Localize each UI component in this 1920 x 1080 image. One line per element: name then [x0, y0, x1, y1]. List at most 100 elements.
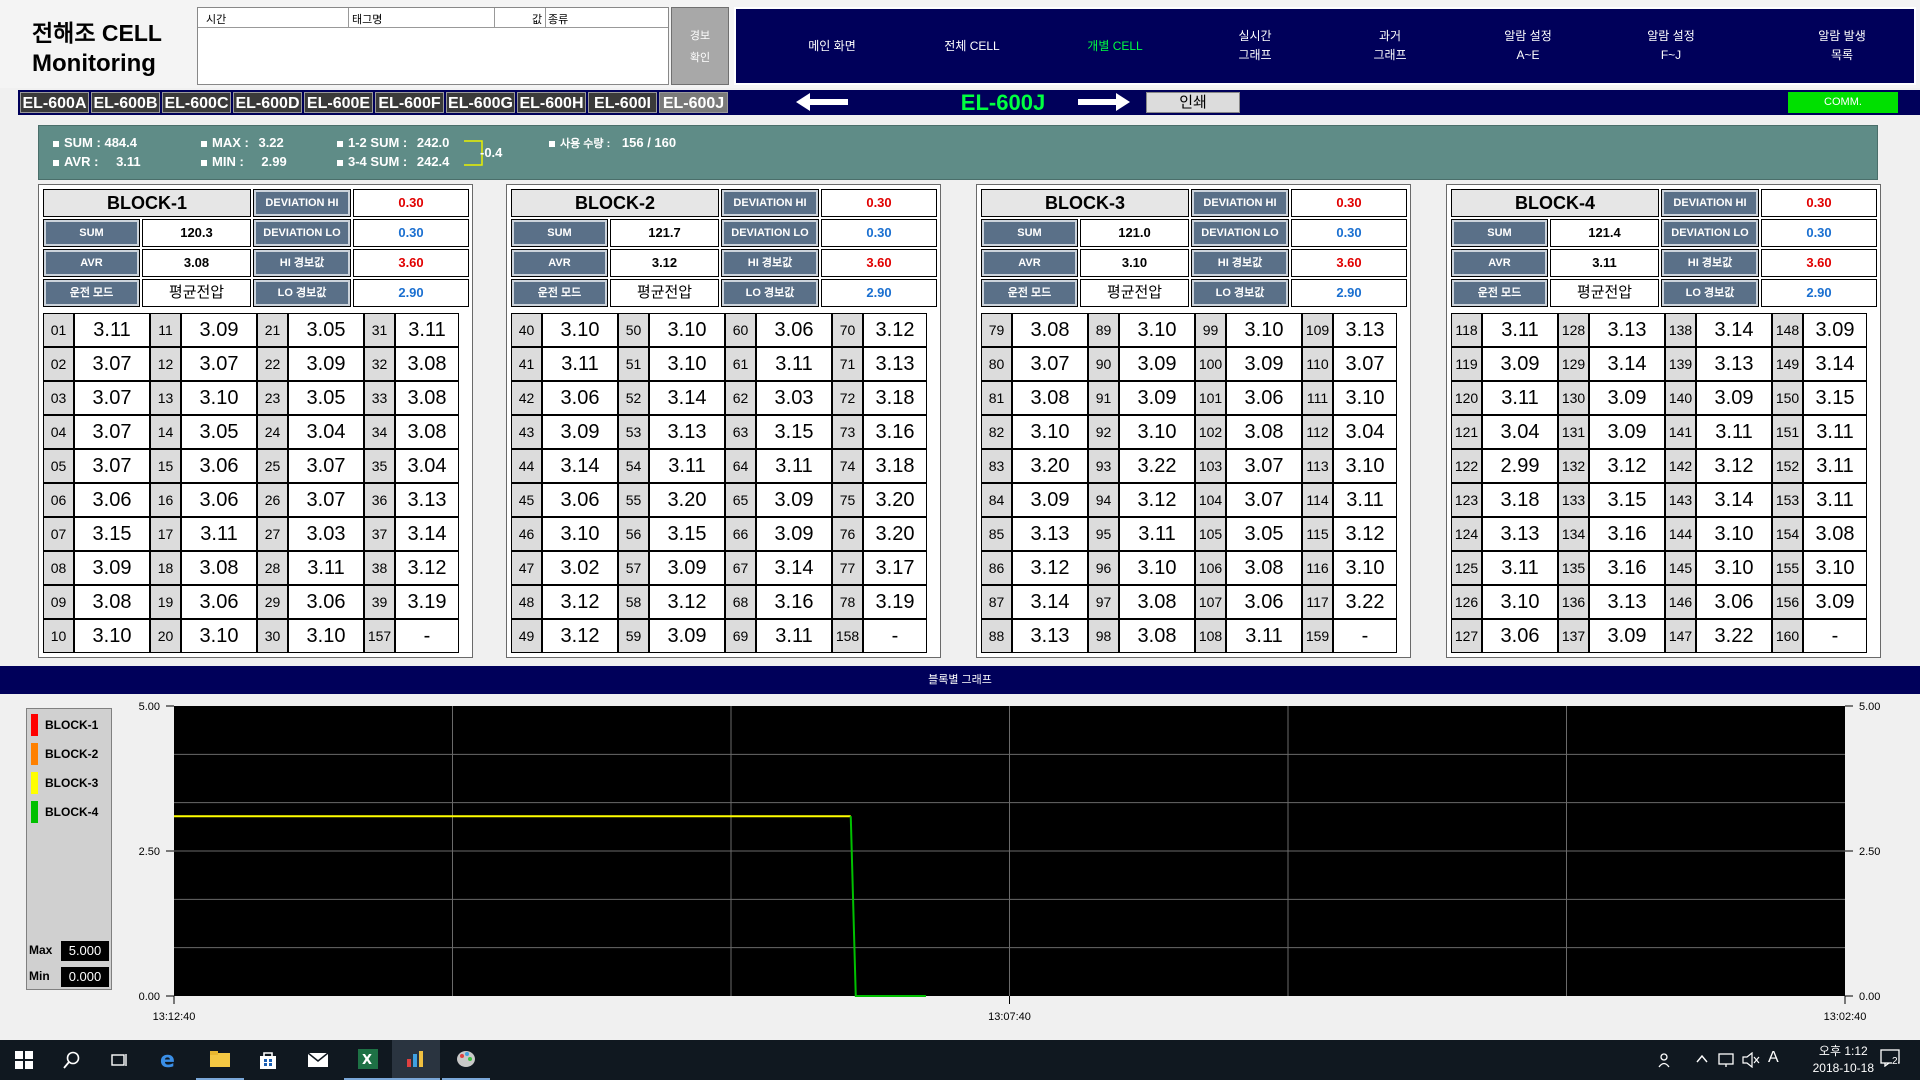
cell-number: 72 [832, 381, 863, 415]
excel-button[interactable]: X [344, 1040, 392, 1080]
tab-el-600b[interactable]: EL-600B [91, 92, 160, 113]
cell-number: 104 [1195, 483, 1226, 517]
cell-voltage: 3.07 [1226, 483, 1302, 517]
tab-el-600j[interactable]: EL-600J [659, 92, 728, 113]
cell-voltage: 3.12 [1012, 551, 1088, 585]
people-icon[interactable] [1658, 1052, 1674, 1068]
bullet-icon [337, 159, 343, 166]
cell-number: 130 [1558, 381, 1589, 415]
mode-value[interactable]: 평균전압 [142, 279, 251, 307]
cell-voltage: 3.04 [1482, 415, 1558, 449]
cell-voltage: 3.08 [395, 347, 459, 381]
cell-voltage: 3.09 [756, 517, 832, 551]
tab-el-600i[interactable]: EL-600I [588, 92, 657, 113]
menu-item-4[interactable]: 실시간 그래프 [1196, 9, 1314, 83]
cell-voltage: 3.13 [1482, 517, 1558, 551]
sum-label: SUM [981, 219, 1078, 247]
cell-voltage: 3.09 [288, 347, 364, 381]
lo-alarm-value: 2.90 [1761, 279, 1877, 307]
tab-el-600h[interactable]: EL-600H [517, 92, 586, 113]
notification-button[interactable]: 2 [1880, 1049, 1902, 1071]
mail-button[interactable] [294, 1040, 342, 1080]
menu-item-7[interactable]: 알람 설정 F~J [1608, 9, 1734, 83]
next-arrow-icon[interactable] [1078, 93, 1130, 111]
taskbar-clock[interactable]: 오후 1:12 2018-10-18 [1813, 1043, 1874, 1077]
cell-voltage: 3.12 [542, 585, 618, 619]
cell-voltage: 3.06 [181, 449, 257, 483]
legend-item-4[interactable]: BLOCK-4 [31, 800, 109, 824]
cell-number: 149 [1772, 347, 1803, 381]
network-icon[interactable] [1718, 1052, 1736, 1068]
hmi-app-button[interactable] [392, 1040, 440, 1080]
search-button[interactable] [48, 1040, 96, 1080]
cell-number: 71 [832, 347, 863, 381]
summary-sum34-label: 3-4 SUM : [348, 154, 408, 169]
cell-number: 114 [1302, 483, 1333, 517]
block-avr-value: 3.10 [1080, 249, 1189, 277]
avr-label: AVR [511, 249, 608, 277]
deviation-hi-label: DEVIATION HI [1661, 189, 1759, 217]
store-button[interactable] [244, 1040, 292, 1080]
menu-item-1[interactable]: 메인 화면 [772, 9, 892, 83]
legend-swatch [31, 743, 38, 765]
legend-item-1[interactable]: BLOCK-1 [31, 713, 109, 737]
cell-number: 27 [257, 517, 288, 551]
cell-voltage: 3.11 [1696, 415, 1772, 449]
tab-el-600c[interactable]: EL-600C [162, 92, 231, 113]
tab-el-600a[interactable]: EL-600A [20, 92, 89, 113]
block-info: BLOCK-2 DEVIATION HI 0.30 SUM 121.7 DEVIATION… [511, 189, 937, 311]
cell-number: 73 [832, 415, 863, 449]
task-view-button[interactable] [96, 1040, 144, 1080]
alarm-table[interactable]: 시간 태그명 값 종류 [197, 7, 669, 85]
cell-number: 76 [832, 517, 863, 551]
cell-number: 15 [150, 449, 181, 483]
block-chart: 5.00 5.00 2.50 2.50 0.00 0.00 13:12:40 13:07:40… [139, 701, 1881, 1023]
cell-voltage: 3.11 [756, 619, 832, 653]
lo-alarm-label: LO 경보값 [1191, 279, 1289, 307]
cell-voltage: 3.06 [1226, 585, 1302, 619]
ime-indicator[interactable]: A [1768, 1049, 1779, 1067]
summary-max-value: 3.22 [258, 135, 284, 150]
tab-el-600f[interactable]: EL-600F [375, 92, 444, 113]
cell-number: 128 [1558, 313, 1589, 347]
legend-item-2[interactable]: BLOCK-2 [31, 742, 109, 766]
cell-grid: 40 3.10 41 3.11 42 3.06 43 3.09 44 3.14 45 3.06 46 3.… [511, 313, 937, 655]
tab-el-600d[interactable]: EL-600D [233, 92, 302, 113]
menu-item-6[interactable]: 알람 설정 A~E [1466, 9, 1590, 83]
menu-item-8[interactable]: 알람 발생 목록 [1752, 9, 1920, 83]
print-button[interactable]: 인쇄 [1146, 92, 1240, 113]
cell-number: 41 [511, 347, 542, 381]
paint-app-button[interactable] [442, 1040, 490, 1080]
mode-value[interactable]: 평균전압 [1080, 279, 1189, 307]
chevron-up-icon[interactable] [1696, 1054, 1708, 1064]
cell-voltage: 3.10 [1012, 415, 1088, 449]
menu-item-5[interactable]: 과거 그래프 [1332, 9, 1448, 83]
tab-el-600g[interactable]: EL-600G [446, 92, 515, 113]
cell-voltage: 3.09 [1803, 313, 1867, 347]
cell-number: 67 [725, 551, 756, 585]
edge-button[interactable]: e [144, 1040, 192, 1080]
cell-number: 18 [150, 551, 181, 585]
tab-el-600e[interactable]: EL-600E [304, 92, 373, 113]
min-label: Min [29, 969, 50, 983]
menu-item-2[interactable]: 전체 CELL [910, 9, 1034, 83]
prev-arrow-icon[interactable] [796, 93, 848, 111]
menu-item-3[interactable]: 개별 CELL [1052, 9, 1178, 83]
cell-voltage: 3.06 [74, 483, 150, 517]
start-button[interactable] [0, 1040, 48, 1080]
mode-value[interactable]: 평균전압 [1550, 279, 1659, 307]
cell-voltage: 3.10 [1803, 551, 1867, 585]
cell-voltage: 3.07 [74, 381, 150, 415]
cell-voltage: 3.11 [395, 313, 459, 347]
volume-muted-icon[interactable] [1742, 1052, 1760, 1068]
alarm-ack-button[interactable]: 경보 확인 [671, 7, 729, 85]
excel-icon: X [358, 1049, 378, 1069]
legend-item-3[interactable]: BLOCK-3 [31, 771, 109, 795]
cell-number: 06 [43, 483, 74, 517]
cell-voltage: 3.05 [288, 381, 364, 415]
lo-alarm-value: 2.90 [821, 279, 937, 307]
file-explorer-button[interactable] [196, 1040, 244, 1080]
mode-value[interactable]: 평균전압 [610, 279, 719, 307]
cell-voltage: 3.06 [542, 483, 618, 517]
cell-number: 146 [1665, 585, 1696, 619]
